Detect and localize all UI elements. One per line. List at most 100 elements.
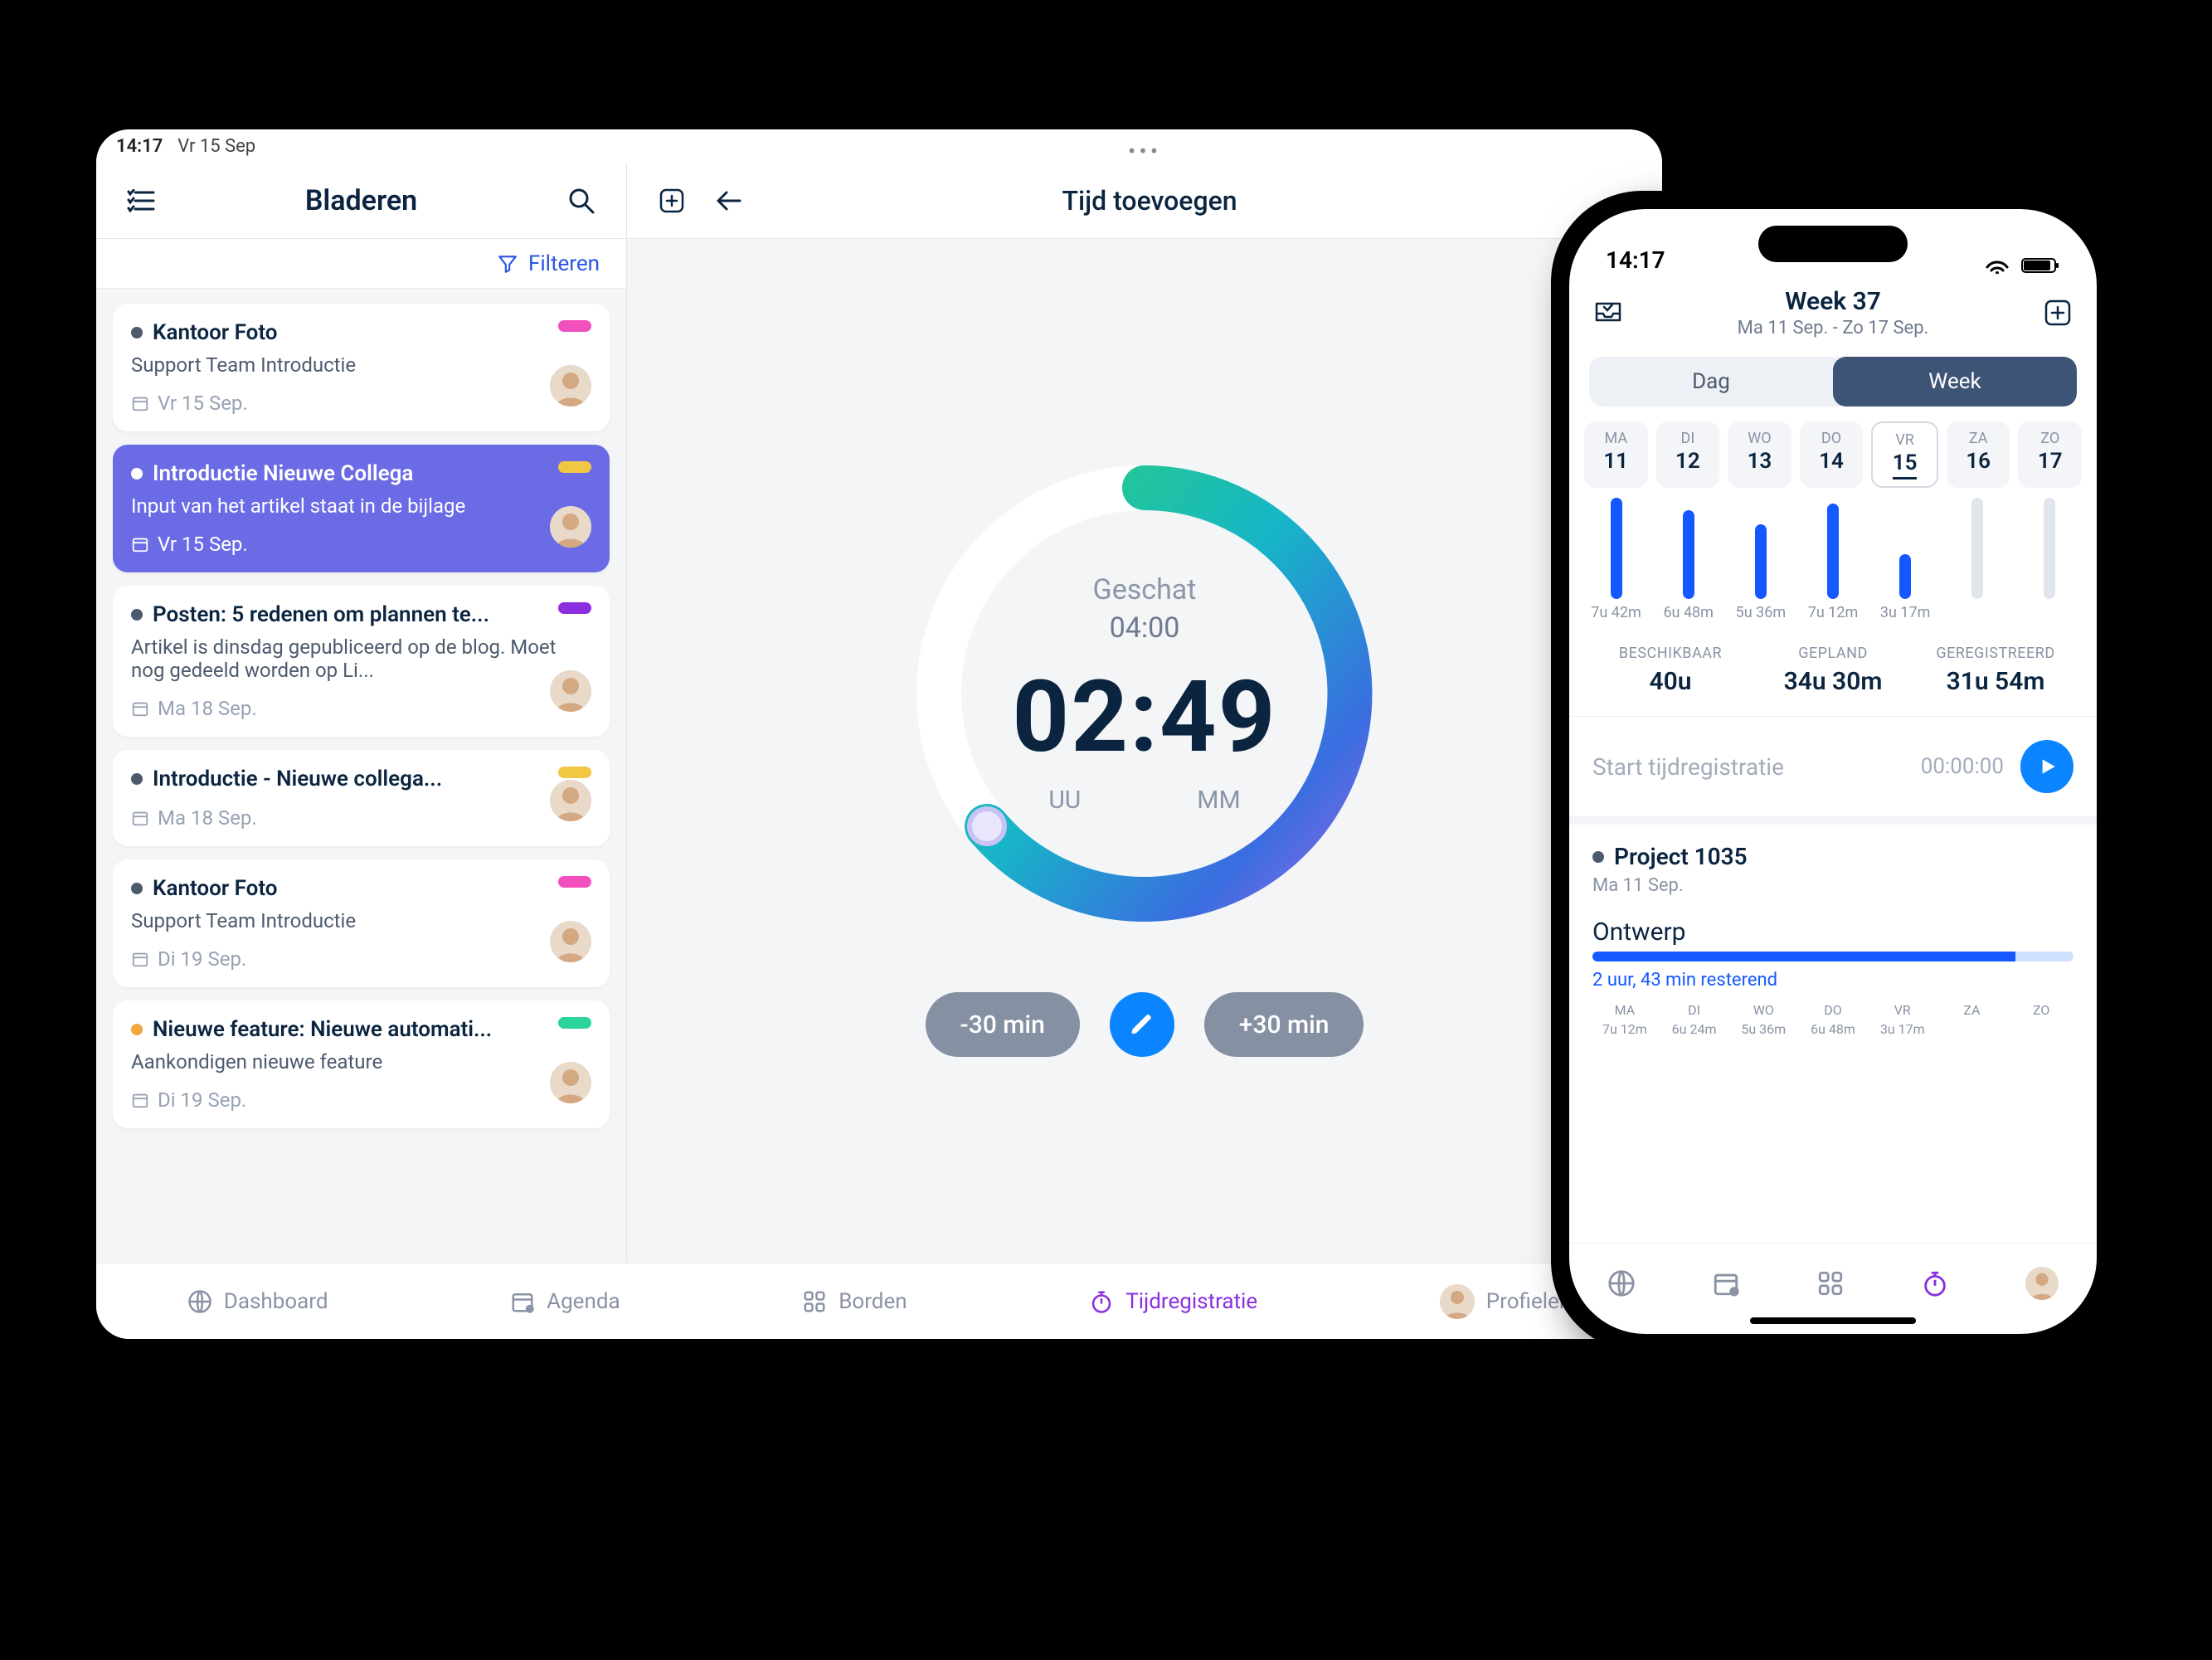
- avatar-icon: [2025, 1267, 2059, 1300]
- tab-agenda[interactable]: Agenda: [510, 1289, 620, 1314]
- segment-day[interactable]: Dag: [1589, 357, 1833, 406]
- phone-device: 14:17 Week 37 Ma 11 Sep. - Zo 17 Sep. Da…: [1551, 191, 2115, 1352]
- day-cell[interactable]: WO13: [1728, 421, 1791, 488]
- task-tag: [558, 461, 591, 473]
- day-cell[interactable]: MA11: [1584, 421, 1648, 488]
- search-icon[interactable]: [563, 183, 600, 219]
- segment-week[interactable]: Week: [1833, 357, 2077, 406]
- bars-row: [1569, 488, 2097, 604]
- start-timer-row[interactable]: Start tijdregistratie 00:00:00: [1569, 717, 2097, 825]
- task-title: Introductie Nieuwe Collega: [153, 461, 413, 486]
- tab-time[interactable]: Tijdregistratie: [1089, 1289, 1257, 1314]
- tab-dashboard[interactable]: Dashboard: [187, 1289, 328, 1314]
- project-name: Project 1035: [1614, 843, 1748, 870]
- assignee-avatar: [550, 780, 591, 821]
- status-dot: [131, 327, 143, 338]
- plus-30-button[interactable]: +30 min: [1204, 992, 1364, 1057]
- tablet-screen: 14:17 Vr 15 Sep Bladeren Filteren: [96, 129, 1662, 1339]
- time-header: ••• Tijd toevoegen: [627, 163, 1662, 239]
- phone-tab-dashboard[interactable]: [1607, 1269, 1636, 1297]
- calendar-icon: [1712, 1269, 1740, 1297]
- project-date: Ma 11 Sep.: [1592, 875, 2073, 896]
- task-subtitle: Support Team Introductie: [131, 353, 591, 377]
- task-card[interactable]: Introductie Nieuwe CollegaInput van het …: [113, 445, 610, 572]
- task-card[interactable]: Posten: 5 redenen om plannen te...Artike…: [113, 586, 610, 737]
- assignee-avatar: [550, 365, 591, 406]
- time-ring[interactable]: Geschat 04:00 02:49 UU MM: [896, 445, 1393, 942]
- project-dot: [1592, 851, 1604, 863]
- task-card[interactable]: Kantoor FotoSupport Team IntroductieDi 1…: [113, 859, 610, 987]
- tab-profiles[interactable]: Profielen: [1440, 1284, 1571, 1319]
- tablet-device: 14:17 Vr 15 Sep Bladeren Filteren: [66, 100, 1692, 1369]
- task-title: Introductie - Nieuwe collega...: [153, 767, 442, 791]
- progress-bar: [1592, 952, 2073, 961]
- view-segment[interactable]: Dag Week: [1589, 357, 2077, 406]
- task-subtitle: Aankondigen nieuwe feature: [131, 1050, 591, 1073]
- day-cell[interactable]: DI12: [1656, 421, 1720, 488]
- phone-tab-time[interactable]: [1921, 1269, 1949, 1297]
- bar-column: [1728, 498, 1792, 599]
- bar-column: [1801, 498, 1864, 599]
- task-date: Ma 18 Sep.: [158, 806, 257, 830]
- status-dot: [131, 468, 143, 480]
- play-button[interactable]: [2020, 740, 2073, 793]
- project-durations: 7u 12m6u 24m5u 36m6u 48m3u 17m: [1592, 1021, 2073, 1037]
- add-button[interactable]: [654, 183, 690, 219]
- back-icon[interactable]: [710, 183, 746, 219]
- bar-column: [1656, 498, 1720, 599]
- assignee-avatar: [550, 1062, 591, 1103]
- day-cell[interactable]: VR15: [1871, 421, 1938, 488]
- filter-button[interactable]: Filteren: [96, 239, 626, 289]
- bar-column: [1874, 498, 1937, 599]
- assignee-avatar: [550, 670, 591, 712]
- browse-pane: Bladeren Filteren Kantoor FotoSupport Te…: [96, 163, 627, 1263]
- task-card[interactable]: Introductie - Nieuwe collega... Ma 18 Sep…: [113, 750, 610, 846]
- status-dot: [131, 773, 143, 785]
- project-days: MADIWODOVRZAZO: [1592, 1002, 2073, 1018]
- task-title: Nieuwe feature: Nieuwe automati...: [153, 1017, 492, 1042]
- planned-label: GEPLAND: [1752, 645, 1914, 662]
- pencil-icon: [1130, 1012, 1155, 1037]
- phone-tab-profile[interactable]: [2025, 1267, 2059, 1300]
- status-dot: [131, 609, 143, 621]
- start-zero: 00:00:00: [1921, 754, 2004, 779]
- task-card[interactable]: Nieuwe feature: Nieuwe automati... Aankon…: [113, 1000, 610, 1128]
- totals-row: BESCHIKBAAR 40u GEPLAND 34u 30m GEREGIST…: [1569, 638, 2097, 717]
- status-time: 14:17: [116, 136, 163, 157]
- status-dot: [131, 1024, 143, 1035]
- status-date: Vr 15 Sep: [177, 136, 255, 157]
- unit-minutes: MM: [1197, 786, 1240, 815]
- phone-tab-boards[interactable]: [1816, 1269, 1845, 1297]
- browse-title: Bladeren: [159, 184, 563, 217]
- globe-icon: [1607, 1269, 1636, 1297]
- inbox-icon[interactable]: [1594, 300, 1622, 325]
- available-label: BESCHIKBAAR: [1589, 645, 1752, 662]
- grid-icon: [1816, 1269, 1845, 1297]
- funnel-icon: [497, 253, 518, 275]
- task-title: Posten: 5 redenen om plannen te...: [153, 602, 489, 627]
- phone-tab-agenda[interactable]: [1712, 1269, 1740, 1297]
- assignee-avatar: [550, 506, 591, 548]
- task-list[interactable]: Kantoor FotoSupport Team IntroductieVr 1…: [96, 289, 626, 1263]
- ipad-tab-bar: Dashboard Agenda Borden Tijdregistratie …: [96, 1263, 1662, 1339]
- minus-30-button[interactable]: -30 min: [926, 992, 1080, 1057]
- stopwatch-icon: [1089, 1289, 1114, 1314]
- status-dot: [131, 883, 143, 894]
- globe-icon: [187, 1289, 212, 1314]
- task-title: Kantoor Foto: [153, 876, 278, 901]
- day-cell[interactable]: ZA16: [1947, 421, 2010, 488]
- day-cell[interactable]: DO14: [1800, 421, 1864, 488]
- project-card[interactable]: Project 1035 Ma 11 Sep. Ontwerp 2 uur, 4…: [1569, 825, 2097, 1047]
- avatar-icon: [1440, 1284, 1475, 1319]
- window-handle-icon: •••: [1128, 138, 1161, 165]
- unit-hours: UU: [1048, 786, 1081, 815]
- add-button[interactable]: [2044, 299, 2072, 327]
- task-tag: [558, 767, 591, 778]
- task-card[interactable]: Kantoor FotoSupport Team IntroductieVr 1…: [113, 304, 610, 431]
- list-icon[interactable]: [123, 183, 159, 219]
- tab-boards[interactable]: Borden: [802, 1289, 907, 1314]
- ring-readout: Geschat 04:00 02:49 UU MM: [896, 445, 1393, 942]
- edit-button[interactable]: [1110, 992, 1174, 1057]
- time-center: Geschat 04:00 02:49 UU MM -30 min: [627, 239, 1662, 1263]
- day-cell[interactable]: ZO17: [2018, 421, 2082, 488]
